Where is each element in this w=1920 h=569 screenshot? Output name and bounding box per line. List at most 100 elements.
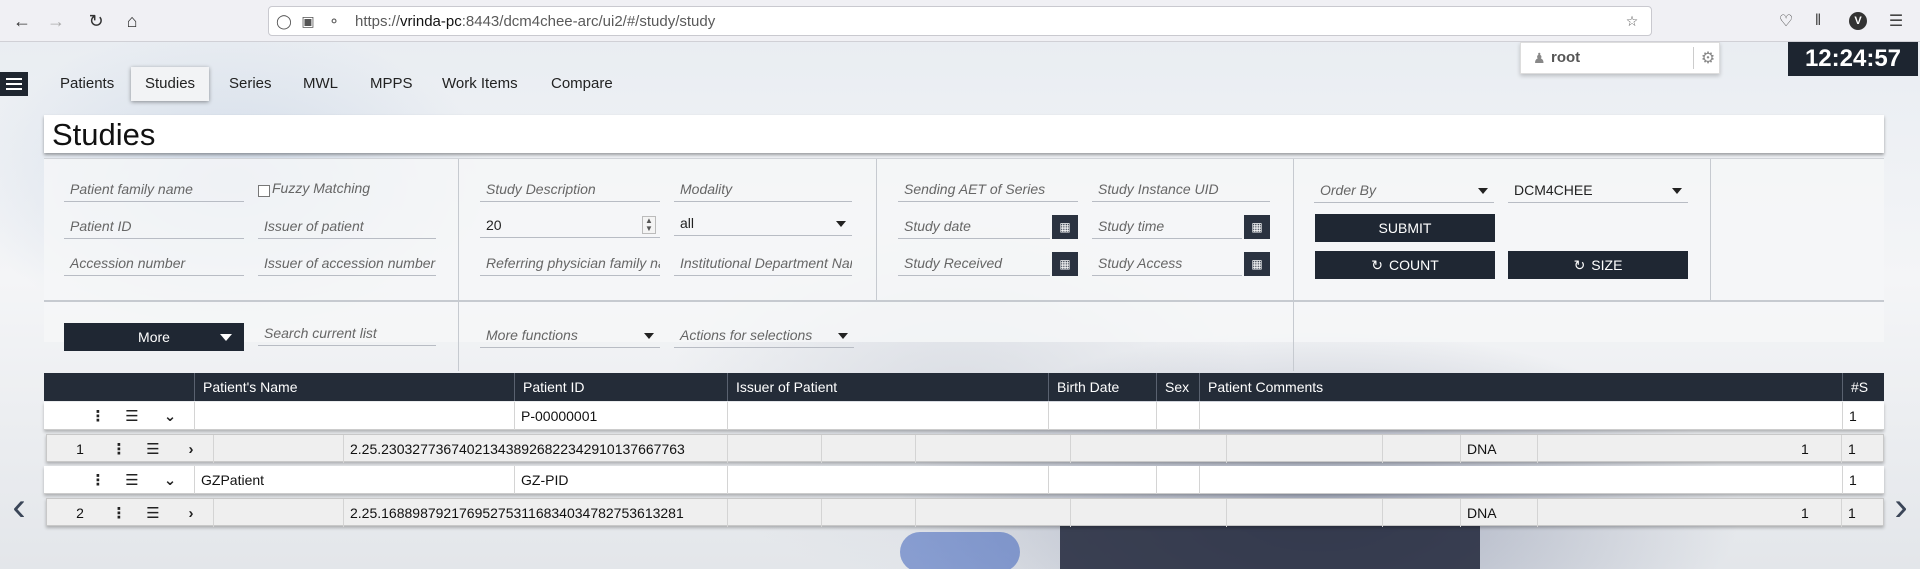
study-instance-uid: 2.25.23032773674021343892682234291013766… <box>343 435 727 463</box>
refresh-icon: ↻ <box>1573 256 1586 273</box>
more-functions-select[interactable]: More functions <box>480 324 660 348</box>
menu-icon[interactable] <box>0 72 28 96</box>
count-button[interactable]: ↻ COUNT <box>1315 251 1495 279</box>
calendar-icon[interactable]: ▦ <box>1244 252 1270 276</box>
key-icon[interactable]: ⚬ <box>325 12 343 30</box>
more-vertical-icon[interactable]: ⋮ <box>109 435 129 463</box>
study-instance-uid-input[interactable]: Study Instance UID <box>1092 178 1270 202</box>
patient-comments <box>1199 466 1842 494</box>
chevron-down-icon <box>838 333 848 339</box>
tab-mpps[interactable]: MPPS <box>356 67 427 101</box>
tab-work-items[interactable]: Work Items <box>428 67 532 101</box>
bookmark-star-icon[interactable]: ☆ <box>1623 12 1641 30</box>
library-icon[interactable]: ‖ <box>1806 9 1830 33</box>
issuer-of-accession-input[interactable]: Issuer of accession number <box>258 252 436 276</box>
page-title: Studies <box>52 117 156 152</box>
back-icon[interactable]: ← <box>10 9 34 33</box>
study-instance-uid: 2.25.16889879217695275311683403478275361… <box>343 499 727 527</box>
fuzzy-matching-label: Fuzzy Matching <box>272 180 371 196</box>
forward-icon[interactable]: → <box>44 9 68 33</box>
address-bar[interactable]: ◯ ▣ ⚬ https://vrinda-pc:8443/dcm4chee-ar… <box>268 6 1652 36</box>
fuzzy-matching-checkbox[interactable] <box>258 185 270 197</box>
study-description-input[interactable]: Study Description <box>480 178 660 202</box>
patient-row[interactable]: ⋮ ☰ ⌄ P-00000001 1 <box>44 402 1884 430</box>
col-patient-name[interactable]: Patient's Name <box>194 373 298 401</box>
modality: DNA <box>1460 499 1537 527</box>
study-access-input[interactable]: Study Access <box>1092 252 1242 276</box>
more-vertical-icon[interactable]: ⋮ <box>88 466 108 494</box>
reload-icon[interactable]: ↻ <box>84 9 108 33</box>
limit-input[interactable]: 20 ▲ ▼ <box>480 214 660 238</box>
lock-icon[interactable]: ▣ <box>299 12 317 30</box>
order-by-select[interactable]: Order By <box>1314 179 1494 203</box>
more-vertical-icon[interactable]: ⋮ <box>109 499 129 527</box>
study-received-input[interactable]: Study Received <box>898 252 1050 276</box>
study-cell <box>821 435 915 463</box>
tab-mwl[interactable]: MWL <box>289 67 352 101</box>
home-icon[interactable]: ⌂ <box>120 9 144 33</box>
study-row[interactable]: 2 ⋮ ☰ › 2.25.168898792176952753116834034… <box>46 498 1884 527</box>
aet-select[interactable]: DCM4CHEE <box>1508 179 1688 203</box>
patient-id-input[interactable]: Patient ID <box>64 215 244 239</box>
access-filter-select[interactable]: all <box>674 212 852 236</box>
tab-studies[interactable]: Studies <box>131 67 210 101</box>
patient-family-name-input[interactable]: Patient family name <box>64 178 244 202</box>
gear-icon[interactable]: ⚙ <box>1697 46 1719 70</box>
profile-avatar[interactable]: V <box>1846 9 1870 33</box>
divider <box>1710 159 1711 300</box>
submit-button[interactable]: SUBMIT <box>1315 214 1495 242</box>
search-current-list-input[interactable]: Search current list <box>258 322 436 346</box>
app-menu-icon[interactable]: ☰ <box>1884 9 1908 33</box>
modality-input[interactable]: Modality <box>674 178 852 202</box>
list-icon[interactable]: ☰ <box>143 499 163 527</box>
tab-patients[interactable]: Patients <box>46 67 128 101</box>
chevron-down-icon[interactable]: ⌄ <box>160 402 180 430</box>
referring-physician-input[interactable]: Referring physician family name <box>480 252 660 276</box>
chevron-down-icon[interactable]: ⌄ <box>160 466 180 494</box>
previous-page-icon[interactable]: ‹ <box>4 487 34 527</box>
browser-toolbar: ← → ↻ ⌂ ◯ ▣ ⚬ https://vrinda-pc:8443/dcm… <box>0 0 1920 42</box>
col-patient-comments[interactable]: Patient Comments <box>1199 373 1323 401</box>
shield-icon[interactable]: ◯ <box>275 12 293 30</box>
calendar-icon[interactable]: ▦ <box>1052 215 1078 239</box>
tab-series[interactable]: Series <box>215 67 286 101</box>
col-num-studies[interactable]: #S <box>1842 373 1868 401</box>
study-row[interactable]: 1 ⋮ ☰ › 2.25.230327736740213438926822342… <box>46 434 1884 463</box>
calendar-icon[interactable]: ▦ <box>1244 215 1270 239</box>
study-cell <box>1382 499 1460 527</box>
more-vertical-icon[interactable]: ⋮ <box>88 402 108 430</box>
issuer-of-patient-input[interactable]: Issuer of patient <box>258 215 436 239</box>
server-clock: 12:24:57 <box>1788 42 1918 76</box>
patient-row[interactable]: ⋮ ☰ ⌄ GZPatient GZ-PID 1 <box>44 466 1884 494</box>
list-icon[interactable]: ☰ <box>143 435 163 463</box>
calendar-icon[interactable]: ▦ <box>1052 252 1078 276</box>
size-label: SIZE <box>1591 257 1623 273</box>
more-button[interactable]: More <box>64 323 244 351</box>
study-cell <box>1226 435 1382 463</box>
user-name[interactable]: root <box>1551 49 1580 66</box>
col-issuer-of-patient[interactable]: Issuer of Patient <box>727 373 837 401</box>
chevron-right-icon[interactable]: › <box>181 435 201 463</box>
next-page-icon[interactable]: › <box>1886 487 1916 527</box>
col-patient-id[interactable]: Patient ID <box>514 373 584 401</box>
institutional-department-input[interactable]: Institutional Department Name <box>674 252 852 276</box>
accession-number-input[interactable]: Accession number <box>64 252 244 276</box>
sending-aet-input[interactable]: Sending AET of Series <box>898 178 1078 202</box>
col-birth-date[interactable]: Birth Date <box>1048 373 1119 401</box>
page-title-bar: Studies <box>44 115 1884 153</box>
study-date-input[interactable]: Study date <box>898 215 1050 239</box>
url-text[interactable]: https://vrinda-pc:8443/dcm4chee-arc/ui2/… <box>355 13 715 30</box>
list-icon[interactable]: ☰ <box>122 466 142 494</box>
actions-for-selections-select[interactable]: Actions for selections <box>674 324 854 348</box>
limit-stepper[interactable]: ▲ ▼ <box>642 216 656 234</box>
pocket-icon[interactable]: ♡ <box>1774 9 1798 33</box>
tab-compare[interactable]: Compare <box>537 67 627 101</box>
study-time-input[interactable]: Study time <box>1092 215 1242 239</box>
list-icon[interactable]: ☰ <box>122 402 142 430</box>
size-button[interactable]: ↻ SIZE <box>1508 251 1688 279</box>
limit-value: 20 <box>486 217 502 233</box>
chevron-right-icon[interactable]: › <box>181 499 201 527</box>
col-sex[interactable]: Sex <box>1156 373 1189 401</box>
study-cell <box>1070 435 1226 463</box>
num-studies: 1 <box>1842 402 1884 430</box>
